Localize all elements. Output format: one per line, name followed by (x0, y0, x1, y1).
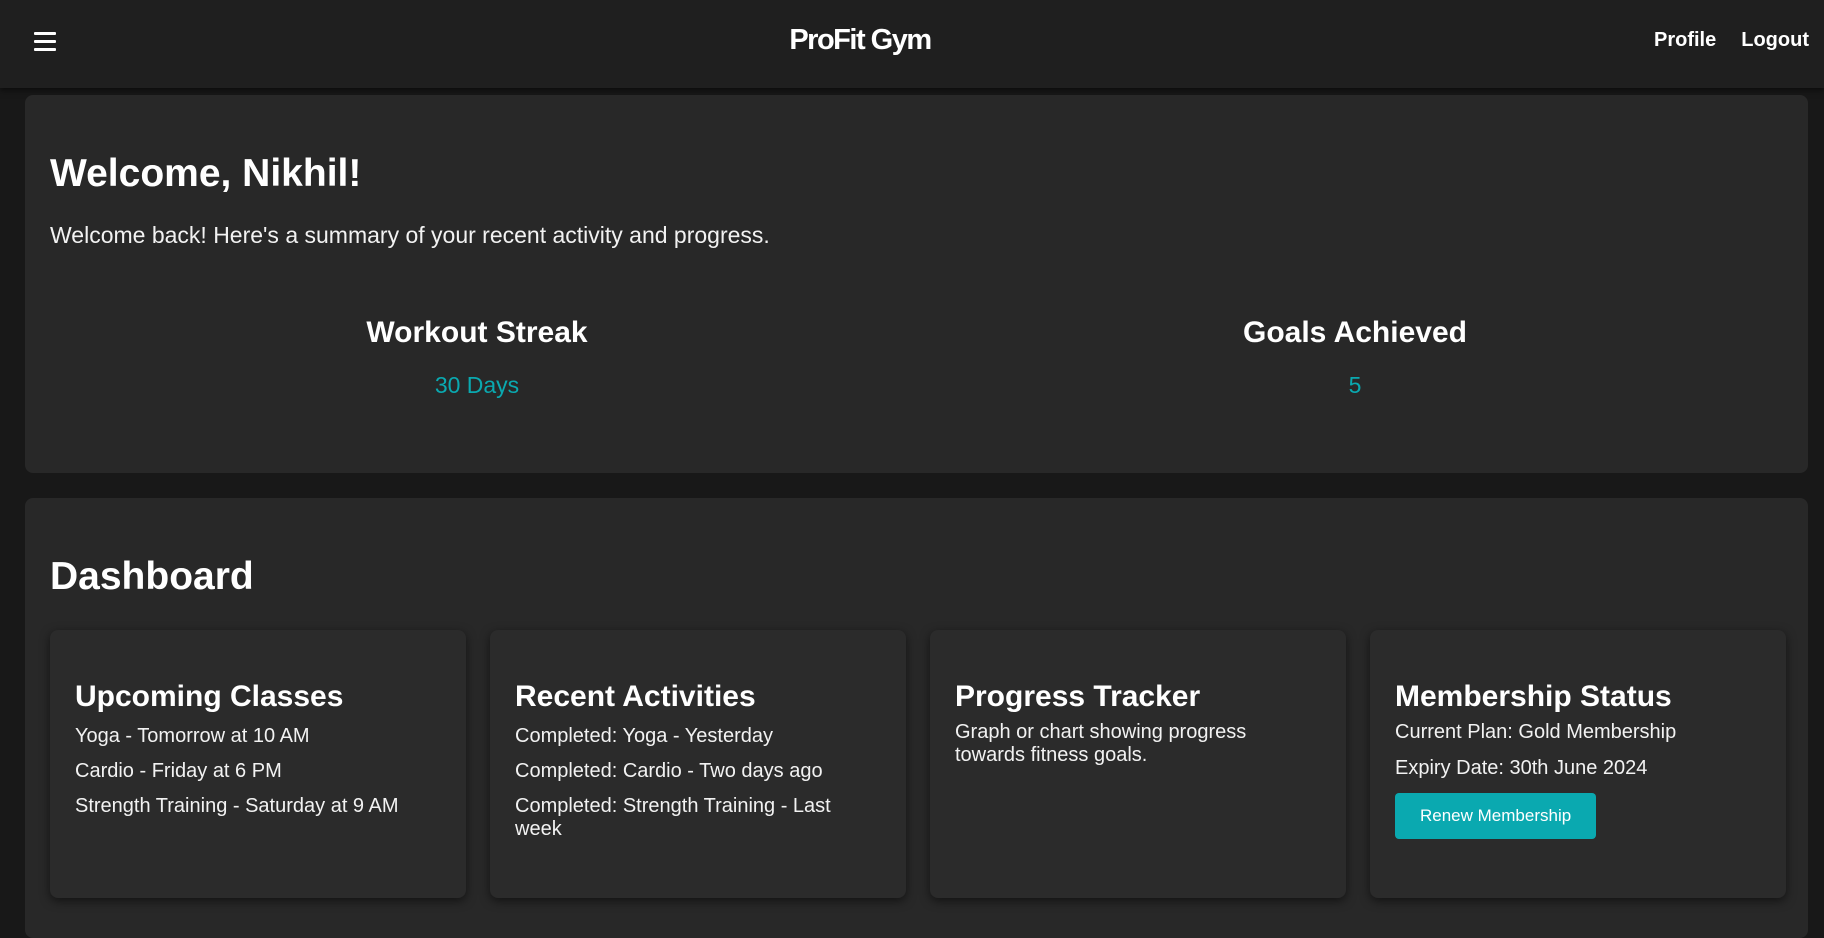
recent-activities-card: Recent Activities Completed: Yoga - Yest… (490, 630, 906, 898)
dashboard-heading: Dashboard (50, 555, 254, 598)
progress-tracker-text: Graph or chart showing progress towards … (955, 721, 1247, 766)
top-navbar: ProFit Gym Profile Logout (0, 0, 1824, 88)
card-title: Upcoming Classes (75, 680, 344, 713)
card-title: Recent Activities (515, 680, 756, 713)
top-nav-links: Profile Logout (1654, 29, 1809, 52)
brand-logo[interactable]: ProFit Gym (0, 24, 1720, 57)
stat-label: Goals Achieved (1243, 316, 1467, 349)
dashboard-cards: Upcoming Classes Yoga - Tomorrow at 10 A… (50, 630, 1786, 898)
list-item: Yoga - Tomorrow at 10 AM (75, 725, 310, 747)
list-item: Completed: Cardio - Two days ago (515, 760, 823, 782)
welcome-subtitle: Welcome back! Here's a summary of your r… (50, 222, 770, 248)
profile-link[interactable]: Profile (1654, 29, 1716, 52)
renew-membership-button[interactable]: Renew Membership (1395, 793, 1597, 839)
upcoming-classes-card: Upcoming Classes Yoga - Tomorrow at 10 A… (50, 630, 466, 898)
logout-link[interactable]: Logout (1741, 29, 1809, 52)
list-item: Completed: Strength Training - Last week (515, 795, 831, 840)
stat-value: 5 (1348, 372, 1362, 398)
stat-label: Workout Streak (366, 316, 588, 349)
list-item: Strength Training - Saturday at 9 AM (75, 795, 399, 817)
stat-goals-achieved: Goals Achieved 5 (1105, 316, 1605, 399)
recent-activities-list: Completed: Yoga - Yesterday Completed: C… (515, 725, 881, 841)
membership-expiry: Expiry Date: 30th June 2024 (1395, 757, 1648, 779)
membership-status-card: Membership Status Current Plan: Gold Mem… (1370, 630, 1786, 898)
card-title: Membership Status (1395, 680, 1672, 713)
list-item: Completed: Yoga - Yesterday (515, 725, 773, 747)
membership-plan: Current Plan: Gold Membership (1395, 721, 1677, 743)
stat-value: 30 Days (434, 372, 520, 398)
upcoming-classes-list: Yoga - Tomorrow at 10 AM Cardio - Friday… (75, 725, 441, 818)
list-item: Cardio - Friday at 6 PM (75, 760, 282, 782)
progress-tracker-card: Progress Tracker Graph or chart showing … (930, 630, 1346, 898)
stat-workout-streak: Workout Streak 30 Days (227, 316, 727, 399)
welcome-heading: Welcome, Nikhil! (50, 152, 362, 195)
card-title: Progress Tracker (955, 680, 1201, 713)
